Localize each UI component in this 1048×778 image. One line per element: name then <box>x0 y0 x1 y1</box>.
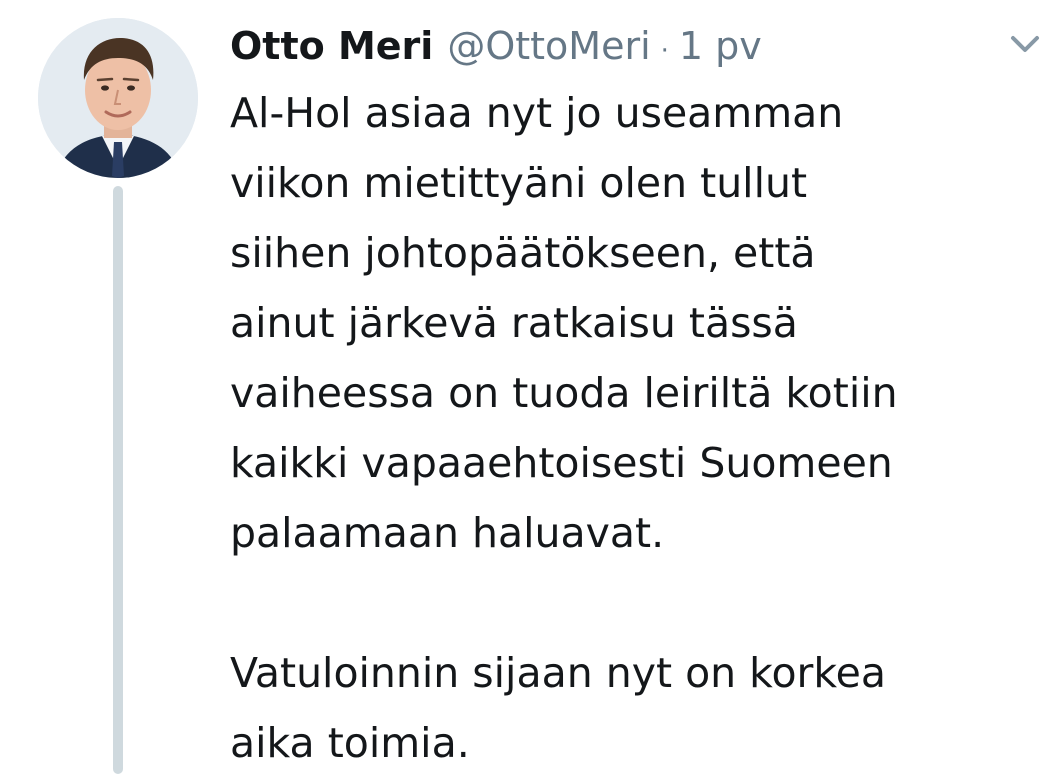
avatar-photo <box>38 18 198 178</box>
avatar[interactable] <box>38 18 198 178</box>
tweet-text: Al-Hol asiaa nyt jo useamman viikon miet… <box>230 89 898 767</box>
thread-line <box>113 186 123 774</box>
separator-dot: · <box>660 36 669 66</box>
display-name[interactable]: Otto Meri <box>230 20 433 72</box>
chevron-down-icon[interactable] <box>1008 32 1042 58</box>
tweet: Otto Meri @OttoMeri · 1 pv Al-Hol asiaa … <box>0 0 1048 774</box>
user-handle[interactable]: @OttoMeri <box>447 20 650 72</box>
timestamp[interactable]: 1 pv <box>679 20 762 72</box>
tweet-header: Otto Meri @OttoMeri · 1 pv <box>230 20 762 72</box>
